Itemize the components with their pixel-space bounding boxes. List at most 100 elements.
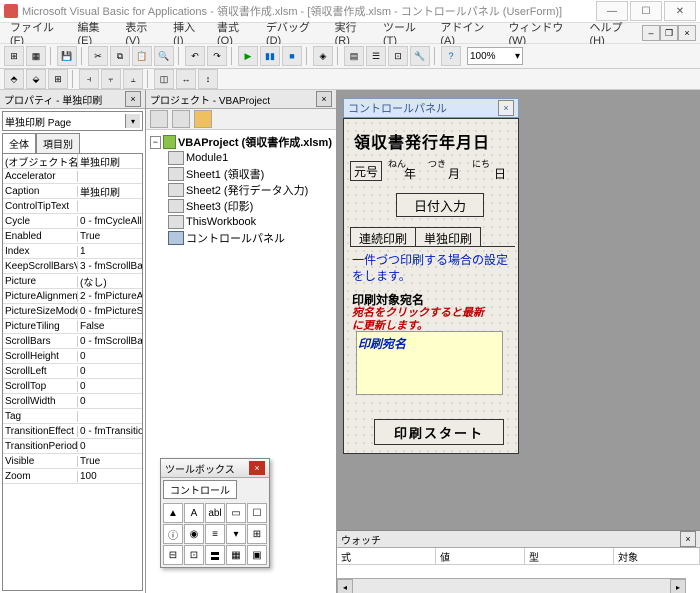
tb-group[interactable]: ⊞ xyxy=(48,69,68,89)
date-input-button[interactable]: 日付入力 xyxy=(396,193,484,217)
tb-project[interactable]: ▤ xyxy=(344,46,364,66)
tree-sheet1[interactable]: Sheet1 (領収書) xyxy=(186,166,264,182)
tool-ⓘ[interactable]: ⓘ xyxy=(163,524,183,544)
mdi-close[interactable]: × xyxy=(678,25,696,41)
property-row[interactable]: ScrollWidth0 xyxy=(3,394,142,409)
tb-run[interactable]: ▶ xyxy=(238,46,258,66)
tool-▦[interactable]: ▦ xyxy=(226,545,246,565)
heading-label[interactable]: 領収書発行年月日 xyxy=(354,129,490,153)
property-row[interactable]: Cycle0 - fmCycleAllForms xyxy=(3,214,142,229)
tool-⊟[interactable]: ⊟ xyxy=(163,545,183,565)
property-row[interactable]: VisibleTrue xyxy=(3,454,142,469)
multipage[interactable]: 連続印刷 単独印刷 xyxy=(350,227,515,247)
tree-sheet3[interactable]: Sheet3 (印影) xyxy=(186,198,253,214)
prop-tab-cat[interactable]: 項目別 xyxy=(36,133,80,153)
scroll-right-icon[interactable]: ▸ xyxy=(670,579,686,593)
property-row[interactable]: KeepScrollBarsVisible3 - fmScrollBarsBot… xyxy=(3,259,142,274)
col-context[interactable]: 対象 xyxy=(614,548,700,564)
property-row[interactable]: TransitionPeriod0 xyxy=(3,439,142,454)
project-close[interactable]: × xyxy=(316,91,332,107)
tb-space-h[interactable]: ↔ xyxy=(176,69,196,89)
tb-reset[interactable]: ■ xyxy=(282,46,302,66)
tool-abl[interactable]: abl xyxy=(205,503,225,523)
toolbox-header[interactable]: ツールボックス × xyxy=(161,459,269,478)
folder-button[interactable] xyxy=(194,110,212,128)
property-row[interactable]: ScrollBars0 - fmScrollBarsNone xyxy=(3,334,142,349)
property-row[interactable]: Tag xyxy=(3,409,142,424)
tree-thisworkbook[interactable]: ThisWorkbook xyxy=(186,216,256,228)
watch-close[interactable]: × xyxy=(680,531,696,547)
tb-undo[interactable]: ↶ xyxy=(185,46,205,66)
property-row[interactable]: Caption単独印刷 xyxy=(3,184,142,199)
tab-single[interactable]: 単独印刷 xyxy=(415,227,481,247)
property-row[interactable]: PictureSizeMode0 - fmPictureSizeModeClip xyxy=(3,304,142,319)
tb-send-back[interactable]: ⬙ xyxy=(26,69,46,89)
scroll-left-icon[interactable]: ◂ xyxy=(337,579,353,593)
property-row[interactable]: EnabledTrue xyxy=(3,229,142,244)
tb-align-right[interactable]: ⫠ xyxy=(123,69,143,89)
view-code-button[interactable] xyxy=(150,110,168,128)
object-selector[interactable]: 単独印刷 Page ▾ xyxy=(2,111,143,131)
era-textbox[interactable]: 元号 xyxy=(350,161,382,181)
tool-〓[interactable]: 〓 xyxy=(205,545,225,565)
col-expr[interactable]: 式 xyxy=(337,548,436,564)
property-row[interactable]: (オブジェクト名)単独印刷 xyxy=(3,154,142,169)
tool-≡[interactable]: ≡ xyxy=(205,524,225,544)
mdi-minimize[interactable]: – xyxy=(642,25,660,41)
toolbox-window[interactable]: ツールボックス × コントロール ▲Aabl▭☐ⓘ◉≡▾⊞⊟⊡〓▦▣ xyxy=(160,458,270,568)
tb-browser[interactable]: ⊡ xyxy=(388,46,408,66)
property-row[interactable]: Picture(なし) xyxy=(3,274,142,289)
tb-space-v[interactable]: ↕ xyxy=(198,69,218,89)
tb-insert[interactable]: ▦ xyxy=(26,46,46,66)
property-row[interactable]: PictureAlignment2 - fmPictureAlignmentCe… xyxy=(3,289,142,304)
tb-save[interactable]: 💾 xyxy=(57,46,77,66)
property-row[interactable]: Index1 xyxy=(3,244,142,259)
view-object-button[interactable] xyxy=(172,110,190,128)
tool-☐[interactable]: ☐ xyxy=(247,503,267,523)
prop-tab-all[interactable]: 全体 xyxy=(2,133,36,153)
watch-scrollbar[interactable]: ◂ ▸ xyxy=(337,578,686,593)
print-start-button[interactable]: 印刷スタート xyxy=(374,419,504,445)
tool-A[interactable]: A xyxy=(184,503,204,523)
tb-help[interactable]: ? xyxy=(441,46,461,66)
tool-▭[interactable]: ▭ xyxy=(226,503,246,523)
tb-align-center[interactable]: ⫟ xyxy=(101,69,121,89)
properties-close[interactable]: × xyxy=(125,91,141,107)
property-row[interactable]: PictureTilingFalse xyxy=(3,319,142,334)
tb-paste[interactable]: 📋 xyxy=(132,46,152,66)
property-row[interactable]: ScrollHeight0 xyxy=(3,349,142,364)
tb-bring-front[interactable]: ⬘ xyxy=(4,69,24,89)
tool-▲[interactable]: ▲ xyxy=(163,503,183,523)
tree-userform[interactable]: コントロールパネル xyxy=(186,230,285,246)
collapse-icon[interactable]: − xyxy=(150,136,161,149)
tb-align-left[interactable]: ⫞ xyxy=(79,69,99,89)
col-type[interactable]: 型 xyxy=(525,548,614,564)
tool-◉[interactable]: ◉ xyxy=(184,524,204,544)
property-row[interactable]: Accelerator xyxy=(3,169,142,184)
tb-copy[interactable]: ⧉ xyxy=(110,46,130,66)
property-row[interactable]: Zoom100 xyxy=(3,469,142,484)
tb-design[interactable]: ◈ xyxy=(313,46,333,66)
tool-▾[interactable]: ▾ xyxy=(226,524,246,544)
tb-redo[interactable]: ↷ xyxy=(207,46,227,66)
tb-size[interactable]: ◫ xyxy=(154,69,174,89)
property-row[interactable]: ScrollTop0 xyxy=(3,379,142,394)
toolbox-close[interactable]: × xyxy=(249,461,265,475)
mdi-restore[interactable]: ❐ xyxy=(660,25,678,41)
tool-⊞[interactable]: ⊞ xyxy=(247,524,267,544)
tb-props[interactable]: ☰ xyxy=(366,46,386,66)
tb-view-excel[interactable]: ⊞ xyxy=(4,46,24,66)
tree-sheet2[interactable]: Sheet2 (発行データ入力) xyxy=(186,182,308,198)
property-row[interactable]: TransitionEffect0 - fmTransitionEffectNo… xyxy=(3,424,142,439)
tb-find[interactable]: 🔍 xyxy=(154,46,174,66)
form-canvas[interactable]: 領収書発行年月日 元号 ねん 年 つき 月 にち 日 日付入力 連続印刷 単独印… xyxy=(343,118,519,454)
tool-▣[interactable]: ▣ xyxy=(247,545,267,565)
tb-cut[interactable]: ✂ xyxy=(88,46,108,66)
close-button[interactable]: ✕ xyxy=(664,1,696,21)
col-value[interactable]: 値 xyxy=(436,548,525,564)
property-row[interactable]: ControlTipText xyxy=(3,199,142,214)
property-grid[interactable]: (オブジェクト名)単独印刷AcceleratorCaption単独印刷Contr… xyxy=(2,153,143,591)
toolbox-tab[interactable]: コントロール xyxy=(163,480,237,499)
tree-module1[interactable]: Module1 xyxy=(186,152,228,164)
tab-continuous[interactable]: 連続印刷 xyxy=(350,227,416,247)
